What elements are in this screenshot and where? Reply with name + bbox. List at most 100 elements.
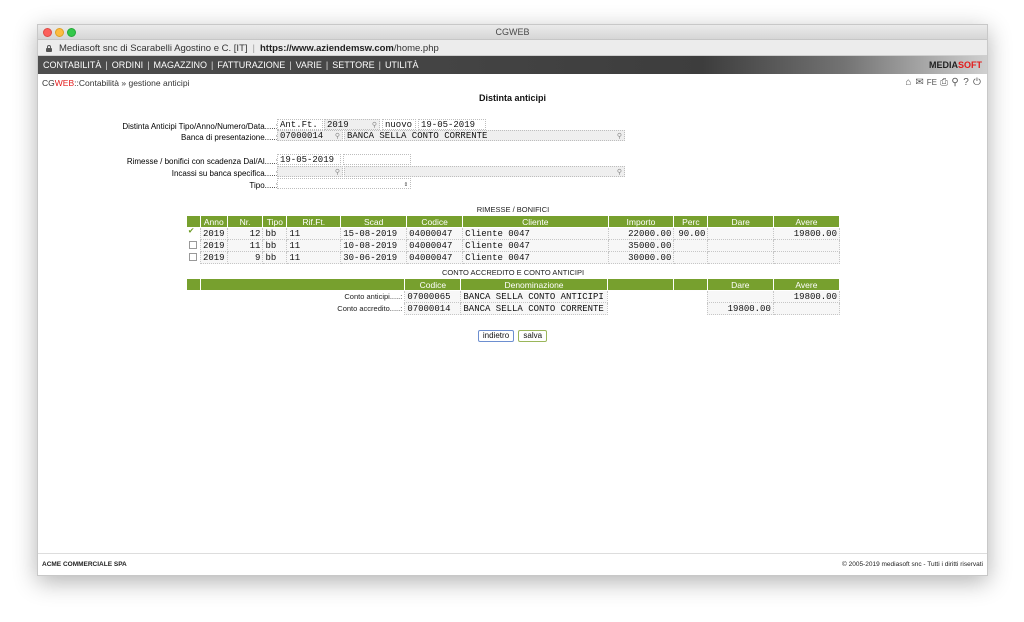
data-field[interactable]: 19-05-2019 [418, 119, 486, 130]
breadcrumb: CG WEB :: Contabilità » gestione anticipi… [42, 77, 981, 88]
table-row: Conto accredito.....: 07000014 BANCA SEL… [186, 302, 841, 315]
rif-cell: 11 [286, 227, 342, 240]
tipo-select[interactable]: ⇕ [277, 178, 411, 189]
dare-cell: 19800.00 [706, 302, 774, 315]
avere-cell [772, 302, 841, 315]
avere-cell [773, 251, 840, 264]
numero-field[interactable]: nuovo [382, 119, 416, 130]
rimesse-table: Anno Nr. Tipo Rif.Ft. Scad Codice Client… [186, 215, 840, 264]
anno-cell: 2019 [199, 239, 228, 252]
brand-logo: MEDIASOFT [929, 60, 982, 70]
footer: ACME COMMERCIALE SPA © 2005-2019 mediaso… [38, 553, 987, 575]
mail-icon[interactable]: ✉ [915, 77, 923, 88]
rimesse-header-row: Anno Nr. Tipo Rif.Ft. Scad Codice Client… [186, 215, 840, 228]
rif-cell: 11 [286, 239, 342, 252]
tipo-label: Distinta Anticipi Tipo/Anno/Numero/Data.… [122, 122, 278, 131]
cliente-cell: Cliente 0047 [462, 239, 609, 252]
rif-cell: 11 [286, 251, 342, 264]
row-checkbox-cell [186, 239, 201, 252]
nr-cell: 11 [226, 239, 264, 252]
col-nr: Nr. [226, 215, 264, 228]
action-buttons: indietro salva [38, 330, 987, 342]
url-text[interactable]: https://www.aziendemsw.com/home.php [260, 43, 439, 54]
search-icon[interactable]: ⚲ [951, 77, 959, 88]
conti-title: CONTO ACCREDITO E CONTO ANTICIPI [441, 268, 585, 277]
conto-anticipi-label: Conto anticipi.....: [200, 290, 405, 303]
scadenza-label: Rimesse / bonifici con scadenza Dal/Al..… [126, 157, 278, 166]
banca-nome-field[interactable]: BANCA SELLA CONTO CORRENTE ⚲ [344, 130, 625, 141]
banca-label: Banca di presentazione.....: [181, 133, 278, 142]
tipo-field[interactable]: Ant.Ft. [277, 119, 323, 130]
tipo-cell: bb [262, 239, 288, 252]
importo-cell: 35000.00 [607, 239, 675, 252]
scad-cell: 15-08-2019 [340, 227, 408, 240]
address-bar[interactable]: Mediasoft snc di Scarabelli Agostino e C… [38, 40, 987, 56]
save-button[interactable]: salva [518, 330, 548, 342]
browser-window: CGWEB Mediasoft snc di Scarabelli Agosti… [37, 24, 988, 576]
main-menu: CONTABILITÀ | ORDINI | MAGAZZINO | FATTURAZ… [38, 56, 987, 74]
dare-cell [707, 239, 775, 252]
search-icon: ⚲ [616, 169, 622, 177]
codice-cell[interactable]: 07000065 [404, 290, 462, 303]
app-name-web: WEB [54, 78, 75, 88]
anno-field[interactable]: 2019 ⚲ [324, 119, 380, 130]
anno-cell: 2019 [199, 251, 228, 264]
row-checkbox[interactable] [188, 241, 197, 250]
cliente-cell: Cliente 0047 [462, 227, 609, 240]
row-checkbox-cell [186, 251, 201, 264]
company-name: ACME COMMERCIALE SPA [42, 561, 127, 568]
dare-cell [706, 290, 774, 303]
conti-table: Codice Denominazione Dare Avere Conto an… [185, 278, 841, 315]
avere-cell: 19800.00 [773, 227, 840, 240]
search-icon: ⚲ [334, 133, 340, 141]
scadenza-al-field[interactable] [343, 154, 411, 165]
importo-cell: 30000.00 [607, 251, 675, 264]
perc-cell[interactable] [673, 251, 709, 264]
menu-varie[interactable]: VARIE [296, 60, 322, 70]
table-row: 2019 12 bb 11 15-08-2019 04000047 Client… [186, 226, 840, 240]
col-perc: Perc [673, 215, 709, 228]
site-identity: Mediasoft snc di Scarabelli Agostino e C… [59, 43, 248, 54]
tipo2-label: Tipo.....: [249, 181, 278, 190]
back-button[interactable]: indietro [477, 330, 515, 342]
codice-cell: 04000047 [406, 227, 464, 240]
row-checkbox-checked[interactable] [188, 226, 197, 238]
banca-codice-field[interactable]: 07000014 ⚲ [277, 130, 343, 141]
perc-cell[interactable]: 90.00 [673, 227, 709, 240]
menu-fatturazione[interactable]: FATTURAZIONE [217, 60, 285, 70]
menu-contabilita[interactable]: CONTABILITÀ [43, 60, 101, 70]
home-icon[interactable]: ⌂ [904, 77, 912, 88]
help-icon[interactable]: ? [962, 77, 970, 88]
menu-ordini[interactable]: ORDINI [112, 60, 144, 70]
table-row: 2019 9 bb 11 30-06-2019 04000047 Cliente… [186, 251, 840, 264]
menu-settore[interactable]: SETTORE [332, 60, 374, 70]
cliente-cell: Cliente 0047 [462, 251, 609, 264]
search-icon: ⚲ [371, 122, 377, 130]
window-title: CGWEB [495, 27, 530, 37]
scadenza-dal-field[interactable]: 19-05-2019 [277, 154, 341, 165]
nr-cell: 12 [226, 227, 264, 240]
codice-cell[interactable]: 07000014 [404, 302, 462, 315]
col-avere: Avere [773, 215, 840, 228]
print-icon[interactable]: ⎙ [940, 77, 948, 88]
perc-cell[interactable] [673, 239, 709, 252]
scad-cell: 10-08-2019 [340, 239, 408, 252]
fe-icon[interactable]: FE [927, 78, 937, 87]
breadcrumb-path: Contabilità » gestione anticipi [78, 78, 190, 88]
col-rif: Rif.Ft. [286, 215, 342, 228]
menu-utilita[interactable]: UTILITÀ [385, 60, 419, 70]
codice-cell: 04000047 [406, 251, 464, 264]
col-importo: Importo [607, 215, 675, 228]
table-row: Conto anticipi.....: 07000065 BANCA SELL… [186, 290, 841, 303]
dare-cell [707, 251, 775, 264]
col-dare: Dare [707, 215, 775, 228]
col-avere: Avere [772, 278, 841, 291]
search-icon: ⚲ [334, 169, 340, 177]
row-checkbox[interactable] [188, 253, 197, 262]
incassi-codice-field[interactable]: ⚲ [277, 166, 343, 177]
title-bar: CGWEB [38, 25, 987, 40]
power-icon[interactable]: ⏻ [973, 77, 981, 88]
menu-magazzino[interactable]: MAGAZZINO [154, 60, 208, 70]
incassi-nome-field[interactable]: ⚲ [344, 166, 625, 177]
search-icon: ⚲ [616, 133, 622, 141]
